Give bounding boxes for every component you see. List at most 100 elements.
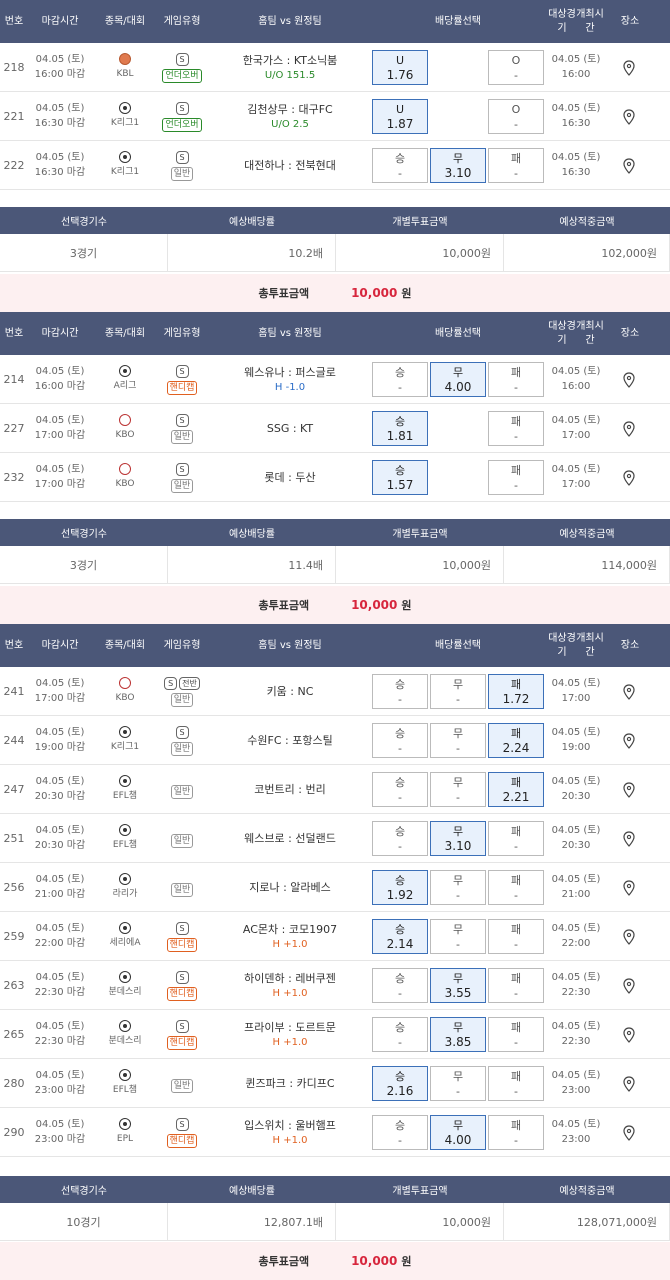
odds-button-O[interactable]: O- [488,99,544,134]
total-bet-label: 총투표금액 [258,599,310,612]
summary-bet: 10,000원 [336,546,504,583]
odds-button-패[interactable]: 패- [488,362,544,397]
odds-value: 2.14 [386,936,414,951]
odds-button-패[interactable]: 패- [488,1017,544,1052]
odds-button-패[interactable]: 패- [488,821,544,856]
odds-button-패[interactable]: 패- [488,411,544,446]
odds-button-승[interactable]: 승- [372,148,428,183]
summary-header-bet: 개별투표금액 [392,217,448,228]
location-pin-icon[interactable] [616,875,642,901]
odds-value: - [456,692,460,706]
odds-button-패[interactable]: 패- [488,1115,544,1150]
odds-button-승[interactable]: 승- [372,723,428,758]
start-time-cell: 04.05 (토) 17:00 [548,412,604,444]
odds-button-승[interactable]: 승 2.16 [372,1066,428,1101]
game-number: 290 [3,1125,25,1139]
odds-button-패[interactable]: 패- [488,968,544,1003]
location-pin-icon[interactable] [616,416,642,442]
location-pin-icon[interactable] [616,55,642,81]
start-time: 16:00 [561,69,591,80]
handicap-line: U/O 151.5 [264,69,316,81]
odds-button-패[interactable]: 패- [488,919,544,954]
summary-header-payout: 예상적중금액 [559,1186,615,1197]
location-pin-icon[interactable] [616,924,642,950]
odds-button-패[interactable]: 패- [488,148,544,183]
odds-button-O[interactable]: O- [488,50,544,85]
location-pin-icon[interactable] [616,465,642,491]
odds-value: - [456,888,460,902]
league-name: EPL [116,1134,134,1144]
odds-value: - [514,888,518,902]
odds-button-U[interactable]: U 1.76 [372,50,428,85]
location-pin-icon[interactable] [616,1022,642,1048]
location-pin-icon[interactable] [616,1071,642,1097]
start-time-cell: 04.05 (토) 16:30 [548,100,604,132]
deadline-time: 17:00 마감 [34,479,86,490]
odds-button-승[interactable]: 승- [372,1017,428,1052]
handicap-line: H +1.0 [272,1134,308,1146]
odds-button-무[interactable]: 무- [430,772,486,807]
deadline-time: 17:00 마감 [34,693,86,704]
location-pin-icon[interactable] [616,367,642,393]
odds-button-U[interactable]: U 1.87 [372,99,428,134]
league-name: 세리에A [109,938,141,948]
deadline-time: 16:00 마감 [34,69,86,80]
deadline-cell: 04.05 (토) 22:30 마감 [30,969,90,1001]
odds-button-승[interactable]: 승 1.92 [372,870,428,905]
location-pin-icon[interactable] [616,826,642,852]
odds-button-무[interactable]: 무 3.85 [430,1017,486,1052]
odds-button-승[interactable]: 승- [372,1115,428,1150]
deadline-date: 04.05 (토) [35,776,85,787]
odds-button-승[interactable]: 승- [372,674,428,709]
location-pin-icon[interactable] [616,679,642,705]
odds-button-승[interactable]: 승 1.57 [372,460,428,495]
game-number: 214 [3,372,25,386]
start-date: 04.05 (토) [551,152,601,163]
odds-button-패[interactable]: 패- [488,1066,544,1101]
odds-label: 무 [452,365,464,379]
odds-button-패[interactable]: 패 2.24 [488,723,544,758]
league-name: EFL챔 [112,840,138,850]
odds-button-패[interactable]: 패- [488,460,544,495]
location-pin-icon[interactable] [616,104,642,130]
game-type-cell: S 핸디캡 [157,1114,207,1152]
total-bet-unit: 원 [401,599,412,612]
odds-button-무[interactable]: 무 3.55 [430,968,486,1003]
odds-button-패[interactable]: 패- [488,870,544,905]
location-pin-icon[interactable] [616,1120,642,1146]
odds-button-무[interactable]: 무- [430,674,486,709]
odds-button-무[interactable]: 무- [430,723,486,758]
odds-button-무[interactable]: 무 3.10 [430,821,486,856]
odds-button-무[interactable]: 무 3.10 [430,148,486,183]
odds-value: - [398,1133,402,1147]
odds-button-패[interactable]: 패 2.21 [488,772,544,807]
odds-button-무[interactable]: 무 4.00 [430,362,486,397]
deadline-time: 16:30 마감 [34,167,86,178]
sport-cell: 라리가 [96,869,154,905]
odds-button-승[interactable]: 승 2.14 [372,919,428,954]
odds-button-승[interactable]: 승- [372,362,428,397]
match-name: 대전하나 : 전북현대 [244,158,336,172]
deadline-date: 04.05 (토) [35,54,85,65]
game-number: 218 [3,60,25,74]
location-pin-icon[interactable] [616,777,642,803]
header-match: 홈팀 vs 원정팀 [258,15,322,27]
odds-button-무[interactable]: 무 4.00 [430,1115,486,1150]
location-pin-icon[interactable] [616,973,642,999]
odds-value: 3.10 [444,838,472,853]
odds-value: - [398,692,402,706]
odds-button-패[interactable]: 패 1.72 [488,674,544,709]
odds-button-무[interactable]: 무- [430,870,486,905]
total-bet-value: 10,000 [351,286,398,300]
location-pin-icon[interactable] [616,728,642,754]
odds-button-무[interactable]: 무- [430,919,486,954]
odds-button-승[interactable]: 승- [372,772,428,807]
match-teams: 롯데 : 두산 [210,457,370,497]
odds-button-승[interactable]: 승- [372,968,428,1003]
summary-bet: 10,000원 [336,1203,504,1240]
total-bet-value: 10,000 [351,598,398,612]
location-pin-icon[interactable] [616,153,642,179]
odds-button-승[interactable]: 승- [372,821,428,856]
odds-button-승[interactable]: 승 1.81 [372,411,428,446]
odds-button-무[interactable]: 무- [430,1066,486,1101]
